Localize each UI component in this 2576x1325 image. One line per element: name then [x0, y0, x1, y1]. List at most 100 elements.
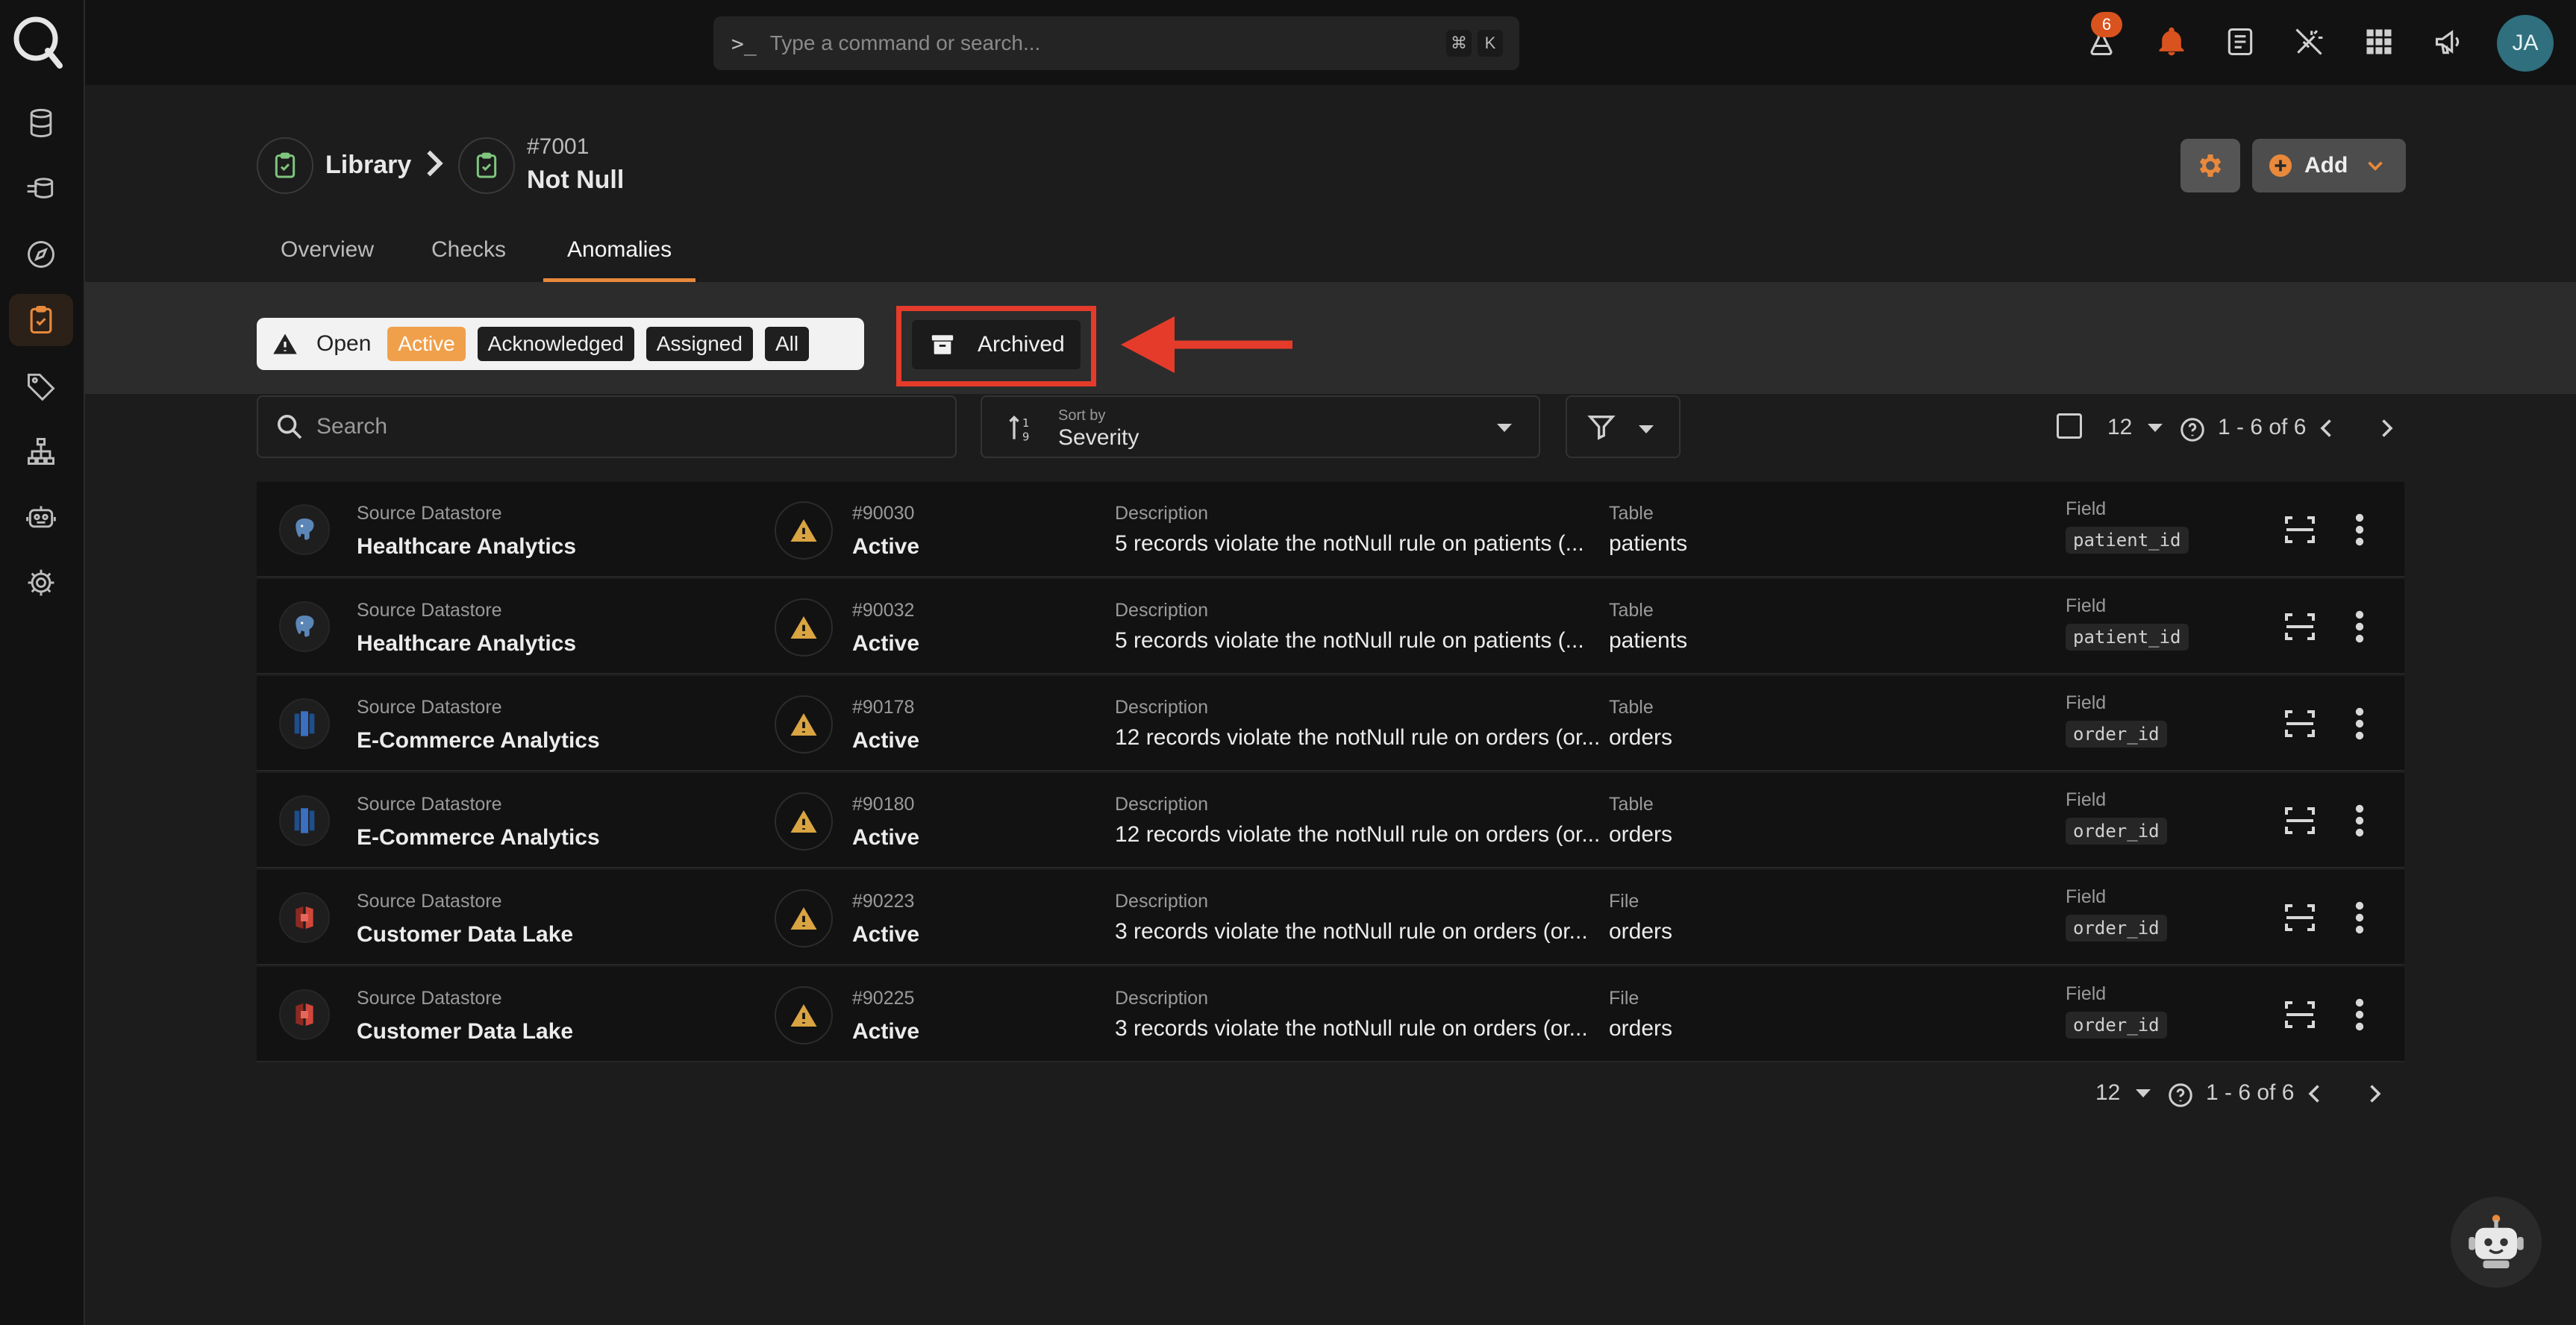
sitemap-icon	[28, 438, 54, 465]
grid-icon	[2366, 29, 2392, 54]
apps-button[interactable]	[2358, 21, 2400, 63]
add-button[interactable]: Add	[2252, 139, 2406, 192]
clipboard-check-icon	[30, 306, 52, 334]
source-datastore-label: Source Datastore	[357, 697, 502, 718]
chevron-left-icon[interactable]	[2301, 1080, 2328, 1107]
datastore-name[interactable]: Customer Data Lake	[357, 1019, 573, 1044]
table-row[interactable]: Source Datastore E-Commerce Analytics #901…	[257, 773, 2404, 868]
page-range-text: 1 - 6 of 6	[2218, 415, 2307, 439]
tab-overview[interactable]: Overview	[257, 224, 398, 282]
sidebar-item-settings[interactable]	[9, 557, 73, 609]
assistant-button[interactable]	[2451, 1197, 2542, 1288]
source-datastore-label: Source Datastore	[357, 600, 502, 621]
compass-icon	[28, 241, 54, 268]
postgres-icon	[296, 519, 314, 540]
anomaly-id[interactable]: #90032	[852, 600, 914, 621]
datastore-name[interactable]: E-Commerce Analytics	[357, 825, 600, 851]
page-size-value[interactable]: 12	[2095, 1080, 2120, 1106]
field-name: order_id	[2066, 818, 2167, 845]
sidebar-item-agents[interactable]	[9, 491, 73, 543]
sidebar-item-hierarchy[interactable]	[9, 425, 73, 477]
more-options-icon[interactable]	[2352, 803, 2367, 839]
table-row[interactable]: Source Datastore Customer Data Lake #90223…	[257, 870, 2404, 965]
scan-icon[interactable]	[2282, 512, 2318, 548]
breadcrumb-library[interactable]: Library	[325, 151, 411, 180]
more-options-icon[interactable]	[2352, 512, 2367, 548]
sidebar-item-library[interactable]	[9, 294, 73, 346]
clipboard-check-icon	[275, 152, 296, 178]
scan-icon[interactable]	[2282, 997, 2318, 1033]
more-options-icon[interactable]	[2352, 997, 2367, 1033]
redshift-icon	[294, 711, 315, 736]
page-size-value[interactable]: 12	[2107, 415, 2132, 440]
anomaly-id[interactable]: #90223	[852, 891, 914, 912]
sidebar-item-datastores[interactable]	[9, 97, 73, 149]
table-row[interactable]: Source Datastore Customer Data Lake #90225…	[257, 967, 2404, 1062]
tab-anomalies[interactable]: Anomalies	[543, 224, 696, 282]
field-label: Field	[2066, 983, 2107, 1004]
sort-icon: 19	[1009, 415, 1029, 444]
megaphone-icon	[2435, 30, 2460, 54]
tools-button[interactable]	[2288, 21, 2330, 63]
anomaly-id[interactable]: #90030	[852, 503, 914, 524]
app-logo[interactable]	[10, 13, 67, 70]
chevron-right-icon[interactable]	[2361, 1080, 2388, 1107]
select-all-checkbox[interactable]	[2057, 413, 2082, 439]
more-options-icon[interactable]	[2352, 900, 2367, 936]
anomaly-id[interactable]: #90225	[852, 988, 914, 1009]
datastore-name[interactable]: Healthcare Analytics	[357, 534, 576, 560]
library-crumb-icon-wrap[interactable]	[257, 137, 313, 194]
search-input[interactable]: Search	[257, 395, 957, 458]
table-row[interactable]: Source Datastore Healthcare Analytics #900…	[257, 579, 2404, 674]
datastore-name[interactable]: Customer Data Lake	[357, 922, 573, 947]
container-name: patients	[1609, 531, 1688, 556]
filter-button[interactable]	[1566, 395, 1681, 458]
command-search[interactable]: >_ Type a command or search... ⌘ K	[713, 16, 1519, 70]
sort-value: Severity	[1058, 425, 1139, 450]
docs-button[interactable]	[2219, 21, 2261, 63]
settings-button[interactable]	[2180, 139, 2240, 192]
more-options-icon[interactable]	[2352, 706, 2367, 742]
sidebar-item-pipelines[interactable]	[9, 163, 73, 215]
filter-chip-active[interactable]: Active	[387, 327, 466, 361]
sort-select[interactable]: 19 Sort by Severity	[981, 395, 1540, 458]
anomaly-id[interactable]: #90178	[852, 697, 914, 718]
robot-icon	[2469, 1215, 2524, 1268]
filter-chip-acknowledged[interactable]: Acknowledged	[477, 327, 634, 361]
scan-icon[interactable]	[2282, 609, 2318, 645]
avatar[interactable]: JA	[2497, 15, 2554, 72]
filter-chip-all[interactable]: All	[764, 327, 810, 361]
tab-checks[interactable]: Checks	[407, 224, 530, 282]
scan-icon[interactable]	[2282, 803, 2318, 839]
search-icon	[278, 415, 302, 439]
warning-icon	[790, 713, 817, 736]
warning-icon	[790, 907, 817, 930]
scan-icon[interactable]	[2282, 900, 2318, 936]
datastore-name[interactable]: E-Commerce Analytics	[357, 728, 600, 754]
chevron-right-icon[interactable]	[2373, 415, 2400, 442]
table-row[interactable]: Source Datastore Healthcare Analytics #900…	[257, 482, 2404, 577]
container-name: orders	[1609, 822, 1673, 847]
datastore-name[interactable]: Healthcare Analytics	[357, 631, 576, 657]
anomaly-status: Active	[852, 728, 920, 753]
help-icon[interactable]	[2167, 1082, 2194, 1109]
archived-button[interactable]: Archived	[912, 320, 1081, 369]
warning-icon	[790, 616, 817, 639]
anomaly-id[interactable]: #90180	[852, 794, 914, 815]
datastore-icon-wrap	[279, 601, 330, 652]
search-placeholder: Search	[316, 414, 388, 439]
chevron-left-icon[interactable]	[2313, 415, 2340, 442]
table-row[interactable]: Source Datastore E-Commerce Analytics #901…	[257, 676, 2404, 771]
sidebar-item-explore[interactable]	[9, 228, 73, 281]
filter-chip-assigned[interactable]: Assigned	[645, 327, 753, 361]
more-options-icon[interactable]	[2352, 609, 2367, 645]
warning-icon	[790, 1004, 817, 1027]
announcements-button[interactable]	[2428, 21, 2470, 63]
sidebar-item-tags[interactable]	[9, 360, 73, 412]
scan-icon[interactable]	[2282, 706, 2318, 742]
postgres-icon	[296, 615, 314, 637]
open-filter-label[interactable]: Open	[316, 331, 371, 357]
help-icon[interactable]	[2179, 416, 2206, 443]
notifications-button[interactable]	[2151, 21, 2192, 63]
check-crumb-icon-wrap	[458, 137, 515, 194]
